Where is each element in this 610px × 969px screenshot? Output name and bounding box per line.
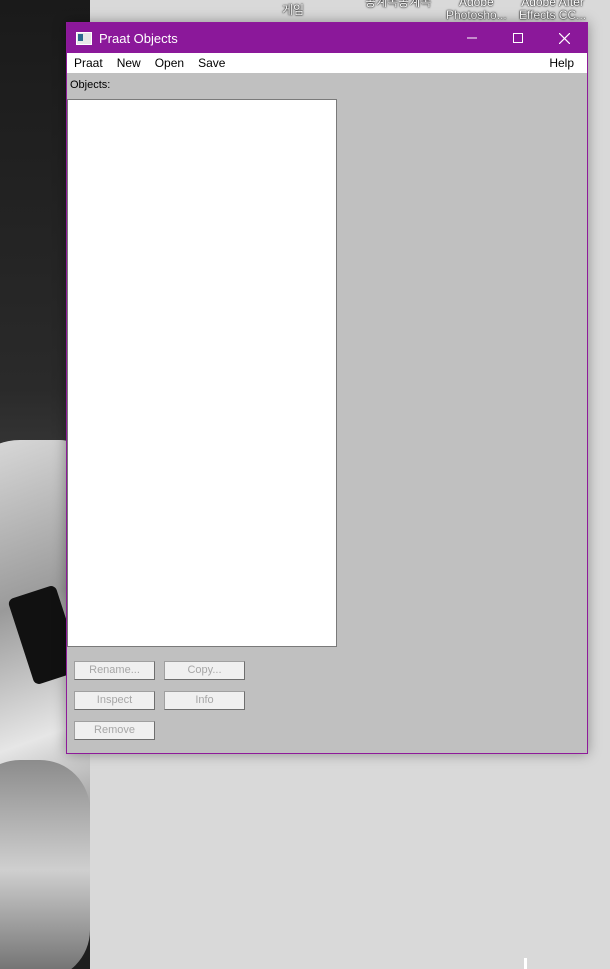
desktop-marker xyxy=(524,958,527,969)
menu-save[interactable]: Save xyxy=(191,53,232,73)
copy-button[interactable]: Copy... xyxy=(164,661,245,680)
close-button[interactable] xyxy=(541,23,587,53)
menu-new[interactable]: New xyxy=(110,53,148,73)
desktop: 게임 공계속공계속 Adobe Photosho... Adobe After … xyxy=(0,0,610,969)
minimize-button[interactable] xyxy=(449,23,495,53)
desktop-icon-label-photoshop[interactable]: Adobe Photosho... xyxy=(446,0,507,22)
close-icon xyxy=(558,32,570,44)
window-controls xyxy=(449,23,587,53)
remove-button[interactable]: Remove xyxy=(74,721,155,740)
window-title: Praat Objects xyxy=(99,30,178,46)
maximize-icon xyxy=(513,33,523,43)
objects-list[interactable] xyxy=(67,99,337,647)
title-bar[interactable]: Praat Objects xyxy=(67,23,587,53)
maximize-button[interactable] xyxy=(495,23,541,53)
desktop-icon-label-game[interactable]: 게임 xyxy=(282,4,304,17)
desktop-icon-label-text-2: Effects CC... xyxy=(519,8,587,22)
desktop-icon-label-text-2: Photosho... xyxy=(446,8,507,22)
rename-button[interactable]: Rename... xyxy=(74,661,155,680)
desktop-icon-label-after-effects[interactable]: Adobe After Effects CC... xyxy=(519,0,586,22)
objects-panel: Objects: Rename... Copy... Inspect Info … xyxy=(67,73,587,751)
desktop-icon-label-text: 공계속공계속 xyxy=(365,0,432,9)
menu-help[interactable]: Help xyxy=(542,53,581,73)
wallpaper-figure-lower xyxy=(0,760,90,969)
menu-open[interactable]: Open xyxy=(148,53,191,73)
menu-praat[interactable]: Praat xyxy=(67,53,110,73)
desktop-icon-label-folder[interactable]: 공계속공계속 xyxy=(365,0,431,9)
minimize-icon xyxy=(467,37,477,39)
praat-objects-window: Praat Objects Praat New Open Save Help O… xyxy=(66,22,588,754)
menu-bar: Praat New Open Save Help xyxy=(67,53,587,73)
praat-app-icon[interactable] xyxy=(76,31,92,45)
desktop-icon-label-text: 게임 xyxy=(282,3,305,17)
info-button[interactable]: Info xyxy=(164,691,245,710)
objects-label: Objects: xyxy=(70,79,111,91)
inspect-button[interactable]: Inspect xyxy=(74,691,155,710)
